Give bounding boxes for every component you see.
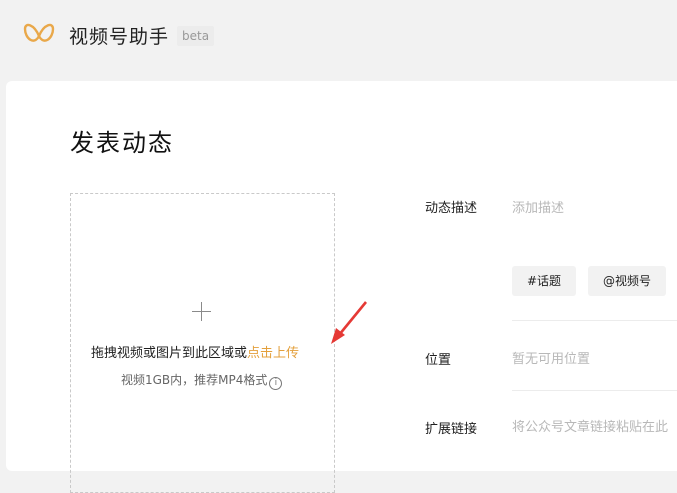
app-title: 视频号助手 bbox=[69, 26, 170, 48]
upload-prompt: 拖拽视频或图片到此区域或点击上传 bbox=[91, 342, 299, 361]
location-label: 位置 bbox=[425, 353, 452, 368]
upload-hint: 视频1GB内，推荐MP4格式 i bbox=[121, 371, 283, 390]
description-label: 动态描述 bbox=[425, 201, 478, 216]
beta-badge: beta bbox=[177, 26, 215, 46]
plus-icon[interactable] bbox=[192, 302, 211, 321]
extended-link-input[interactable]: 将公众号文章链接粘贴在此 bbox=[512, 416, 668, 435]
location-select[interactable]: 暂无可用位置 bbox=[512, 348, 590, 367]
upload-hint-text: 视频1GB内，推荐MP4格式 bbox=[121, 373, 268, 387]
divider bbox=[512, 320, 677, 321]
main-card: 发表动态 拖拽视频或图片到此区域或点击上传 视频1GB内，推荐MP4格式 i 动态… bbox=[6, 81, 677, 493]
info-icon[interactable]: i bbox=[269, 377, 283, 390]
divider bbox=[512, 390, 677, 391]
red-arrow-annotation bbox=[331, 301, 368, 344]
page-title: 发表动态 bbox=[70, 129, 174, 157]
topic-button[interactable]: #话题 bbox=[512, 266, 577, 296]
app-logo-icon bbox=[23, 23, 55, 42]
click-upload-link[interactable]: 点击上传 bbox=[247, 346, 299, 361]
mention-button[interactable]: @视频号 bbox=[588, 266, 667, 296]
extended-link-label: 扩展链接 bbox=[425, 422, 478, 437]
description-input[interactable]: 添加描述 bbox=[512, 197, 564, 216]
app-header: 视频号助手 beta bbox=[0, 0, 677, 76]
upload-dropzone[interactable]: 拖拽视频或图片到此区域或点击上传 视频1GB内，推荐MP4格式 i bbox=[70, 193, 368, 493]
upload-prompt-text: 拖拽视频或图片到此区域或 bbox=[91, 346, 248, 361]
